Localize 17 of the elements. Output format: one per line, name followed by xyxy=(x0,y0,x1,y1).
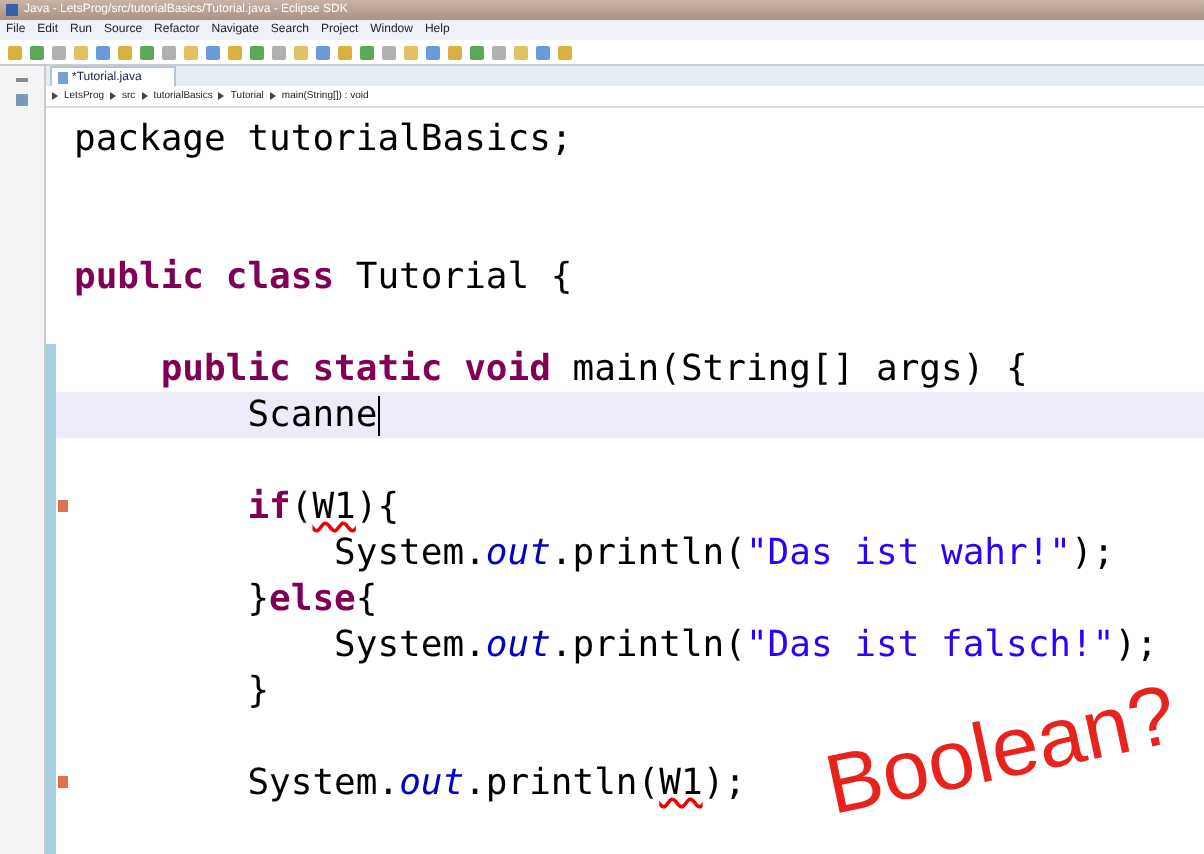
arrow-icon xyxy=(141,92,148,100)
code-line: System.out.println(W1); xyxy=(245,762,746,804)
code-line: System.out.println("Das ist wahr!"); xyxy=(332,532,1115,574)
arrow-icon xyxy=(269,92,276,100)
arrow-icon xyxy=(218,92,225,100)
code-line: Scanne xyxy=(245,394,380,436)
arrow-icon xyxy=(52,92,58,100)
app-icon xyxy=(6,4,18,16)
code-line: }else{ xyxy=(245,578,378,620)
code-line: if(W1){ xyxy=(245,486,400,528)
code-line: } xyxy=(245,670,270,712)
code-line: public class Tutorial { xyxy=(74,256,573,298)
arrow-icon xyxy=(110,92,117,100)
code-line: package tutorialBasics; xyxy=(74,118,573,160)
overlay-text: Boolean? xyxy=(818,672,1184,828)
code-line: public static void main(String[] args) { xyxy=(158,348,1028,390)
code-line: System.out.println("Das ist falsch!"); xyxy=(332,624,1158,666)
